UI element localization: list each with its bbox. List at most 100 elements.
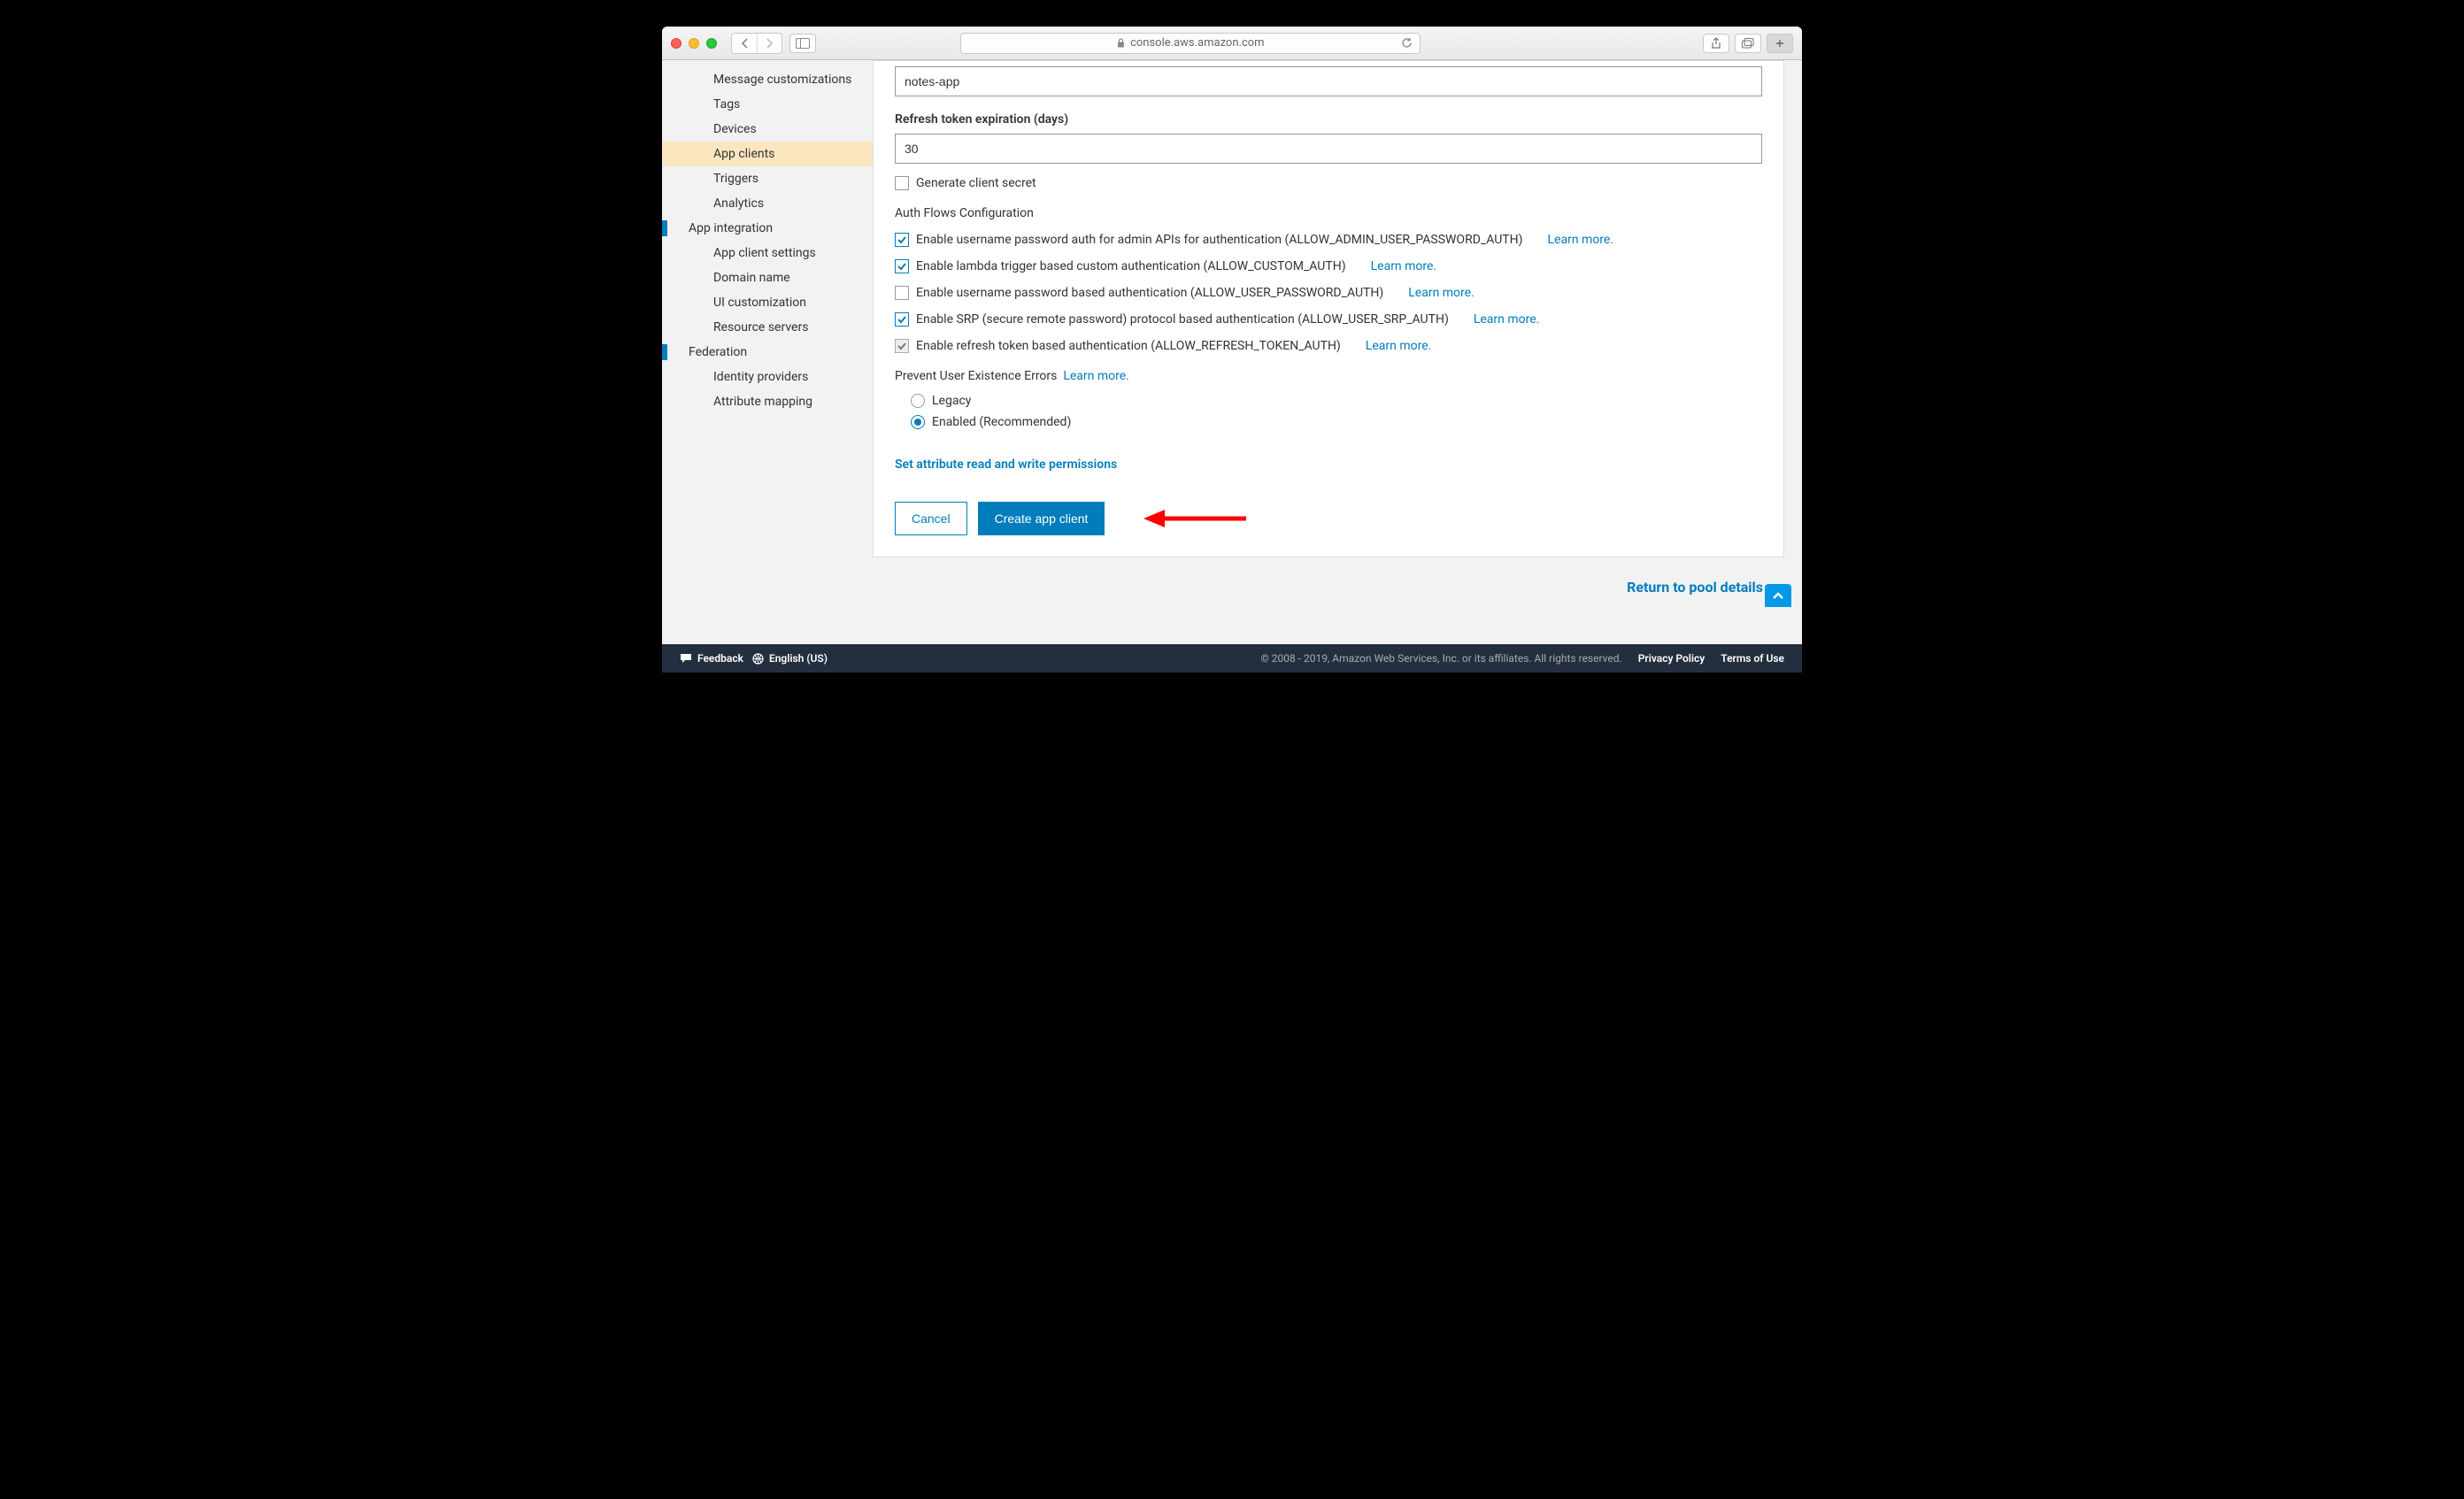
set-permissions-link[interactable]: Set attribute read and write permissions [895,457,1117,472]
sidebar-item-label: App client settings [713,246,816,260]
minimize-window-icon[interactable] [689,38,699,49]
refresh-token-label: Refresh token expiration (days) [895,112,1762,127]
flow-checkbox-srp[interactable] [895,312,909,327]
nav-buttons [731,33,782,54]
sidebar-item-resource-servers[interactable]: Resource servers [662,315,873,340]
sidebar-heading-app-integration[interactable]: App integration [662,216,873,241]
radio-legacy[interactable] [911,394,925,408]
prevent-errors-label: Prevent User Existence Errors [895,369,1057,383]
sidebar-item-label: Tags [713,97,740,111]
arrow-annotation-icon [1142,507,1248,530]
sidebar-toggle-button[interactable] [789,34,816,53]
flow-row-refresh: Enable refresh token based authenticatio… [895,339,1762,353]
sidebar-item-identity-providers[interactable]: Identity providers [662,365,873,389]
reload-icon[interactable] [1401,37,1413,49]
prevent-errors-heading: Prevent User Existence Errors Learn more… [895,369,1762,383]
sidebar-item-app-clients[interactable]: App clients [662,142,873,166]
forward-button[interactable] [757,34,782,53]
learn-more-link[interactable]: Learn more. [1371,259,1437,273]
footer-label: English (US) [769,652,828,665]
sidebar: Message customizations Tags Devices App … [662,60,873,644]
sidebar-item-tags[interactable]: Tags [662,92,873,117]
feedback-link[interactable]: Feedback [680,652,743,665]
sidebar-item-label: Message customizations [713,73,851,87]
learn-more-link[interactable]: Learn more. [1366,339,1432,353]
terms-link[interactable]: Terms of Use [1721,652,1784,665]
footer-left: Feedback English (US) [680,652,828,665]
new-tab-button[interactable] [1767,34,1793,53]
form-card: Refresh token expiration (days) Generate… [873,60,1784,557]
button-label: Cancel [912,511,951,526]
sidebar-item-devices[interactable]: Devices [662,117,873,142]
learn-more-link[interactable]: Learn more. [1063,369,1129,383]
radio-label: Legacy [932,394,971,408]
flow-checkbox-userpass[interactable] [895,286,909,300]
radio-row-legacy: Legacy [911,394,1762,408]
learn-more-link[interactable]: Learn more. [1408,286,1475,300]
sidebar-item-label: Domain name [713,271,790,285]
prevent-errors-radio-group: Legacy Enabled (Recommended) [911,394,1762,429]
privacy-link[interactable]: Privacy Policy [1638,652,1706,665]
cancel-button[interactable]: Cancel [895,502,967,535]
learn-more-link[interactable]: Learn more. [1474,312,1540,327]
back-button[interactable] [732,34,757,53]
browser-window: console.aws.amazon.com Message customiza… [662,27,1802,673]
titlebar: console.aws.amazon.com [662,27,1802,60]
sidebar-item-label: Triggers [713,172,758,186]
generate-secret-checkbox[interactable] [895,176,909,190]
app-name-input[interactable] [895,66,1762,96]
close-window-icon[interactable] [671,38,681,49]
page-body: Message customizations Tags Devices App … [662,60,1802,644]
sidebar-item-label: Attribute mapping [713,395,812,409]
sidebar-item-attribute-mapping[interactable]: Attribute mapping [662,389,873,414]
maximize-window-icon[interactable] [706,38,717,49]
speech-bubble-icon [680,653,692,664]
flow-checkbox-admin[interactable] [895,233,909,247]
footer: Feedback English (US) © 2008 - 2019, Ama… [662,644,1802,673]
sidebar-item-ui-customization[interactable]: UI customization [662,290,873,315]
return-link-label: Return to pool details [1627,579,1763,596]
learn-more-link[interactable]: Learn more. [1548,233,1614,247]
footer-right: © 2008 - 2019, Amazon Web Services, Inc.… [1260,652,1784,665]
sidebar-item-app-client-settings[interactable]: App client settings [662,241,873,265]
sidebar-item-analytics[interactable]: Analytics [662,191,873,216]
flow-label: Enable refresh token based authenticatio… [916,339,1341,353]
sidebar-item-message-customizations[interactable]: Message customizations [662,67,873,92]
tabs-button[interactable] [1735,34,1761,53]
refresh-token-input[interactable] [895,134,1762,164]
flow-checkbox-custom[interactable] [895,259,909,273]
auth-flows-heading: Auth Flows Configuration [895,206,1762,220]
lock-icon [1117,38,1125,48]
scroll-top-button[interactable] [1765,584,1791,607]
flow-label: Enable username password based authentic… [916,286,1383,300]
sidebar-heading-label: Federation [689,345,747,359]
flow-row-admin: Enable username password auth for admin … [895,233,1762,247]
globe-icon [752,653,764,665]
flow-row-custom: Enable lambda trigger based custom authe… [895,259,1762,273]
language-selector[interactable]: English (US) [752,652,828,665]
right-toolbar [1703,34,1793,53]
radio-label: Enabled (Recommended) [932,415,1071,429]
sidebar-heading-federation[interactable]: Federation [662,340,873,365]
address-bar[interactable]: console.aws.amazon.com [960,33,1421,54]
sidebar-item-domain-name[interactable]: Domain name [662,265,873,290]
return-to-pool-link[interactable]: Return to pool details [873,557,1784,606]
generate-secret-label: Generate client secret [916,176,1036,190]
flow-row-srp: Enable SRP (secure remote password) prot… [895,312,1762,327]
flow-row-userpass: Enable username password based authentic… [895,286,1762,300]
sidebar-item-label: Identity providers [713,370,808,384]
sidebar-item-label: UI customization [713,296,806,310]
copyright-text: © 2008 - 2019, Amazon Web Services, Inc.… [1260,652,1621,665]
content-area: Refresh token expiration (days) Generate… [873,60,1802,644]
radio-enabled[interactable] [911,415,925,429]
button-row: Cancel Create app client [895,502,1762,535]
flow-label: Enable lambda trigger based custom authe… [916,259,1346,273]
sidebar-item-triggers[interactable]: Triggers [662,166,873,191]
sidebar-item-label: App clients [713,147,774,161]
create-app-client-button[interactable]: Create app client [978,502,1105,535]
flow-label: Enable SRP (secure remote password) prot… [916,312,1449,327]
sidebar-item-label: Resource servers [713,320,808,334]
sidebar-item-label: Analytics [713,196,764,211]
share-button[interactable] [1703,34,1729,53]
generate-secret-row: Generate client secret [895,176,1762,190]
